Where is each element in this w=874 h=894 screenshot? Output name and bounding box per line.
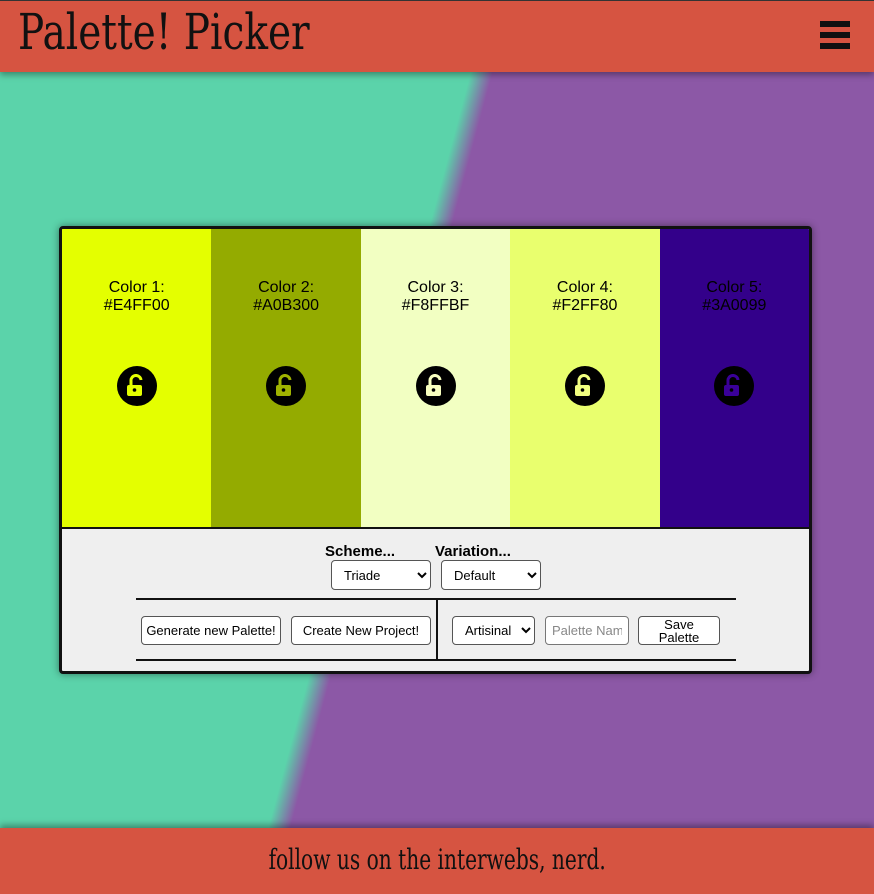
unlocked-padlock-icon[interactable] <box>266 366 307 406</box>
footer-text: follow us on the interwebs, nerd. <box>268 843 606 876</box>
menu-bar <box>820 43 850 49</box>
swatch-hex: #3A0099 <box>702 297 767 314</box>
variation-select[interactable]: Default <box>441 560 541 590</box>
swatch-title: Color 2: <box>258 279 315 296</box>
swatch-title: Color 1: <box>108 279 165 296</box>
app-header: Palette! Picker <box>0 0 874 72</box>
hamburger-menu-icon[interactable] <box>820 21 850 51</box>
color-swatch-3: Color 3: #F8FFBF <box>360 229 511 527</box>
swatch-hex: #F8FFBF <box>401 297 470 314</box>
palette-card: Color 1: #E4FF00 Color 2: #A0B300 Color … <box>59 226 812 674</box>
swatch-hex: #E4FF00 <box>103 297 170 314</box>
swatch-label: Color 3: #F8FFBF <box>361 279 510 315</box>
unlocked-padlock-icon[interactable] <box>564 366 605 406</box>
project-select[interactable]: Artisinal <box>452 616 535 645</box>
swatch-hex: #A0B300 <box>253 297 320 314</box>
color-swatch-5: Color 5: #3A0099 <box>659 229 809 527</box>
generate-palette-button[interactable]: Generate new Palette! <box>141 616 281 645</box>
swatch-title: Color 3: <box>407 279 464 296</box>
swatch-label: Color 1: #E4FF00 <box>62 279 211 315</box>
scheme-select[interactable]: Triade <box>331 560 431 590</box>
app-title: Palette! Picker <box>18 3 310 61</box>
swatch-row: Color 1: #E4FF00 Color 2: #A0B300 Color … <box>62 229 809 529</box>
swatch-title: Color 4: <box>556 279 613 296</box>
unlocked-padlock-icon[interactable] <box>116 366 157 406</box>
swatch-label: Color 4: #F2FF80 <box>510 279 659 315</box>
color-swatch-4: Color 4: #F2FF80 <box>510 229 660 527</box>
swatch-label: Color 5: #3A0099 <box>660 279 809 315</box>
app-footer: follow us on the interwebs, nerd. <box>0 828 874 894</box>
unlocked-padlock-icon[interactable] <box>415 366 456 406</box>
swatch-title: Color 5: <box>706 279 763 296</box>
swatch-label: Color 2: #A0B300 <box>211 279 360 315</box>
unlocked-padlock-icon[interactable] <box>714 366 755 406</box>
action-row-divider <box>436 600 438 661</box>
menu-bar <box>820 21 850 27</box>
scheme-label: Scheme... <box>325 543 396 560</box>
color-swatch-2: Color 2: #A0B300 <box>211 229 361 527</box>
swatch-hex: #F2FF80 <box>552 297 618 314</box>
menu-bar <box>820 32 850 38</box>
color-swatch-1: Color 1: #E4FF00 <box>62 229 212 527</box>
save-palette-button[interactable]: Save Palette <box>638 616 720 645</box>
variation-label: Variation... <box>435 543 511 560</box>
create-project-button[interactable]: Create New Project! <box>291 616 431 645</box>
palette-name-input[interactable] <box>545 616 629 645</box>
palette-controls: Scheme... Triade Variation... Default Ge… <box>62 529 809 671</box>
